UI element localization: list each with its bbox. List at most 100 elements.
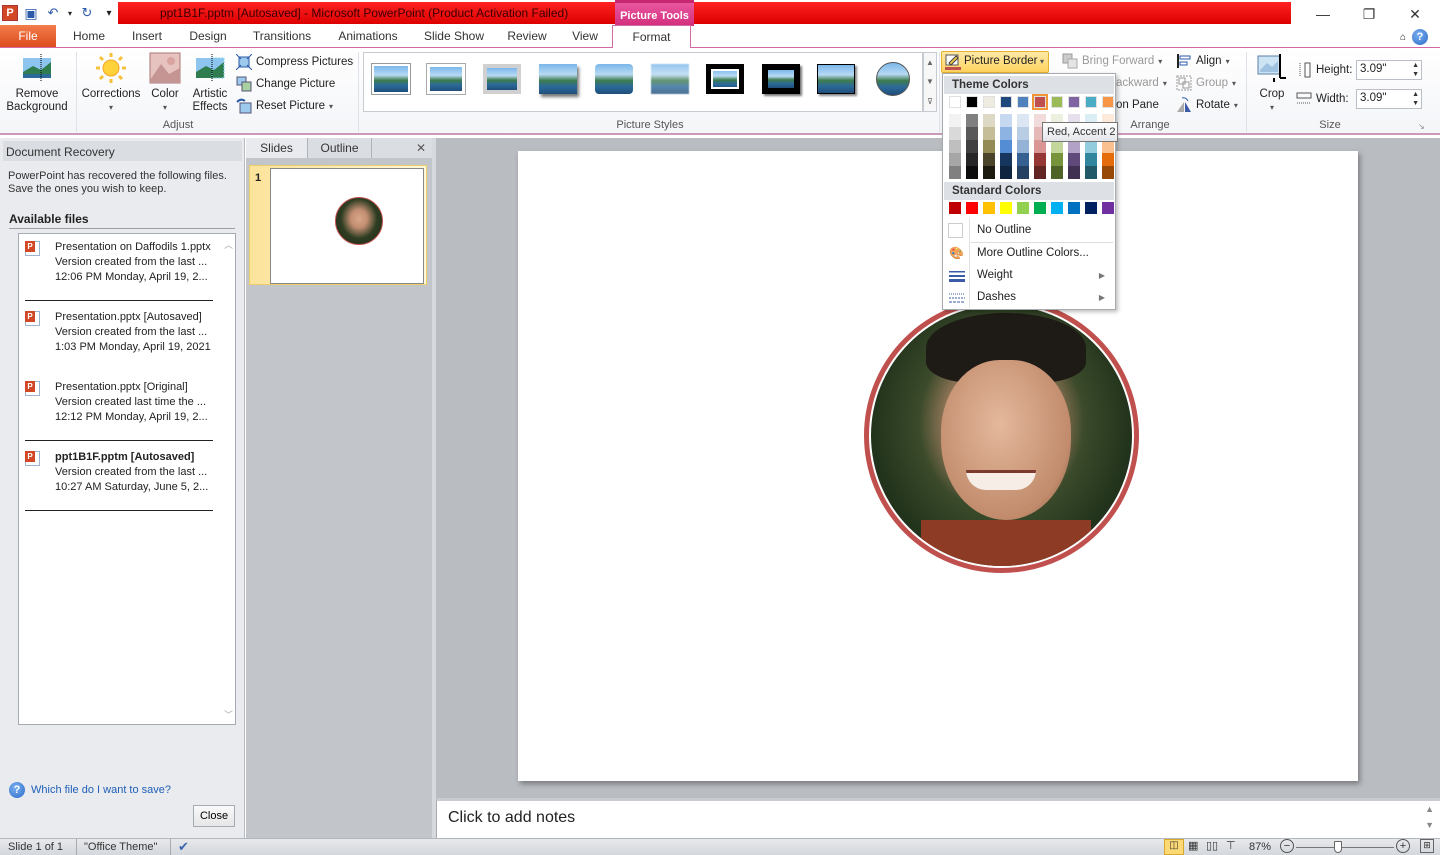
tab-format[interactable]: Format	[612, 25, 691, 48]
weight-item[interactable]: Weight ▶	[943, 266, 1115, 286]
tab-transitions[interactable]: Transitions	[240, 25, 324, 47]
width-input[interactable]: 3.09" ▲ ▼	[1356, 89, 1422, 109]
close-button[interactable]: ✕	[1392, 0, 1438, 28]
color-button[interactable]: Color ▾	[146, 52, 184, 114]
rotate-button[interactable]: Rotate ▾	[1176, 95, 1238, 115]
slide-thumbnail-item[interactable]: 1	[249, 165, 427, 285]
theme-shade-swatch[interactable]	[1000, 127, 1012, 140]
tab-view[interactable]: View	[558, 25, 612, 47]
theme-shade-swatch[interactable]	[966, 153, 978, 166]
theme-shade-swatch[interactable]	[983, 166, 995, 179]
close-pane-icon[interactable]: ✕	[372, 138, 432, 158]
gallery-down-icon[interactable]: ▼	[926, 77, 934, 86]
minimize-button[interactable]: —	[1300, 0, 1346, 28]
picture-style-7[interactable]	[706, 64, 744, 94]
group-button[interactable]: Group ▾	[1176, 73, 1236, 93]
selected-circular-photo[interactable]	[864, 298, 1139, 573]
theme-shade-swatch[interactable]	[949, 114, 961, 127]
powerpoint-logo-icon[interactable]: P	[2, 5, 18, 21]
tab-review[interactable]: Review	[496, 25, 558, 47]
standard-color-swatch[interactable]	[1068, 202, 1080, 214]
standard-color-swatch[interactable]	[1051, 202, 1063, 214]
send-backward-button[interactable]: ackward ▾	[1116, 73, 1167, 93]
theme-shade-swatch[interactable]	[1017, 114, 1029, 127]
picture-style-8[interactable]	[762, 64, 800, 94]
artistic-effects-button[interactable]: Artistic Effects	[186, 52, 234, 114]
notes-pane[interactable]: Click to add notes ▲ ▼	[436, 798, 1440, 838]
change-picture-button[interactable]: Change Picture	[236, 74, 335, 94]
theme-shade-swatch[interactable]	[1017, 166, 1029, 179]
tab-insert[interactable]: Insert	[118, 25, 176, 47]
crop-button[interactable]: Crop ▾	[1252, 52, 1292, 114]
standard-color-swatch[interactable]	[1017, 202, 1029, 214]
gallery-scroll[interactable]: ▲ ▼ ⊽	[923, 52, 937, 112]
gallery-more-icon[interactable]: ⊽	[927, 97, 933, 106]
height-input[interactable]: 3.09" ▲ ▼	[1356, 60, 1422, 80]
recovered-file-item[interactable]: Presentation.pptx [Original] Version cre…	[25, 380, 217, 425]
slide-sorter-icon[interactable]: ▦	[1188, 839, 1198, 852]
zoom-in-icon[interactable]: +	[1396, 839, 1410, 853]
standard-color-swatch[interactable]	[1085, 202, 1097, 214]
theme-color-swatch[interactable]	[966, 96, 978, 108]
tab-design[interactable]: Design	[176, 25, 240, 47]
theme-shade-swatch[interactable]	[1000, 140, 1012, 153]
recovered-file-item[interactable]: ppt1B1F.pptm [Autosaved] Version created…	[25, 450, 217, 495]
selection-pane-button[interactable]: on Pane	[1116, 95, 1159, 115]
standard-color-swatch[interactable]	[1034, 202, 1046, 214]
picture-style-1[interactable]	[371, 63, 411, 95]
theme-shade-swatch[interactable]	[1000, 153, 1012, 166]
gallery-up-icon[interactable]: ▲	[926, 58, 934, 67]
picture-style-6[interactable]	[651, 64, 689, 94]
scroll-up-icon[interactable]: ︿	[224, 240, 233, 250]
theme-color-swatch[interactable]	[1085, 96, 1097, 108]
theme-shade-swatch[interactable]	[1017, 127, 1029, 140]
theme-shade-swatch[interactable]	[949, 127, 961, 140]
theme-shade-swatch[interactable]	[1085, 153, 1097, 166]
theme-shade-swatch[interactable]	[966, 127, 978, 140]
theme-shade-swatch[interactable]	[1102, 166, 1114, 179]
list-scrollbar[interactable]: ︿ ﹀	[224, 238, 233, 720]
compress-pictures-button[interactable]: Compress Pictures	[236, 52, 353, 72]
theme-shade-swatch[interactable]	[1017, 140, 1029, 153]
theme-shade-swatch[interactable]	[949, 153, 961, 166]
theme-shade-swatch[interactable]	[983, 114, 995, 127]
standard-color-swatch[interactable]	[983, 202, 995, 214]
align-button[interactable]: Align ▾	[1176, 51, 1230, 71]
size-dialog-launcher-icon[interactable]: ↘	[1418, 122, 1425, 131]
theme-color-swatch[interactable]	[1068, 96, 1080, 108]
theme-shade-swatch[interactable]	[1102, 153, 1114, 166]
theme-color-swatch[interactable]	[1017, 96, 1029, 108]
tab-outline[interactable]: Outline	[308, 138, 372, 158]
theme-shade-swatch[interactable]	[966, 114, 978, 127]
zoom-level[interactable]: 87%	[1249, 841, 1271, 853]
theme-shade-swatch[interactable]	[983, 153, 995, 166]
theme-shade-swatch[interactable]	[966, 166, 978, 179]
reading-view-icon[interactable]: ▯▯	[1206, 839, 1218, 852]
theme-shade-swatch[interactable]	[1000, 166, 1012, 179]
theme-shade-swatch[interactable]	[1034, 166, 1046, 179]
standard-color-swatch[interactable]	[966, 202, 978, 214]
zoom-slider-thumb[interactable]	[1334, 841, 1343, 853]
theme-shade-swatch[interactable]	[1051, 153, 1063, 166]
picture-border-button[interactable]: Picture Border ▾	[941, 51, 1049, 73]
height-spinner-icon[interactable]: ▲ ▼	[1412, 61, 1419, 79]
more-outline-colors-item[interactable]: 🎨 More Outline Colors...	[943, 244, 1115, 264]
tab-file[interactable]: File	[0, 25, 56, 47]
undo-icon[interactable]: ↶	[44, 4, 62, 22]
picture-style-9[interactable]	[817, 64, 855, 94]
theme-shade-swatch[interactable]	[983, 140, 995, 153]
minimize-ribbon-icon[interactable]: ⌂	[1400, 32, 1406, 43]
theme-shade-swatch[interactable]	[966, 140, 978, 153]
picture-style-4[interactable]	[539, 64, 577, 94]
standard-color-swatch[interactable]	[949, 202, 961, 214]
tab-slide-show[interactable]: Slide Show	[412, 25, 496, 47]
corrections-button[interactable]: Corrections ▾	[80, 52, 142, 114]
restore-button[interactable]: ❐	[1346, 0, 1392, 28]
theme-shade-swatch[interactable]	[949, 140, 961, 153]
tab-slides[interactable]: Slides	[246, 138, 308, 158]
width-spinner-icon[interactable]: ▲ ▼	[1412, 90, 1419, 108]
zoom-out-icon[interactable]: −	[1280, 839, 1294, 853]
standard-color-swatch[interactable]	[1102, 202, 1114, 214]
theme-shade-swatch[interactable]	[1068, 153, 1080, 166]
theme-shade-swatch[interactable]	[1017, 153, 1029, 166]
